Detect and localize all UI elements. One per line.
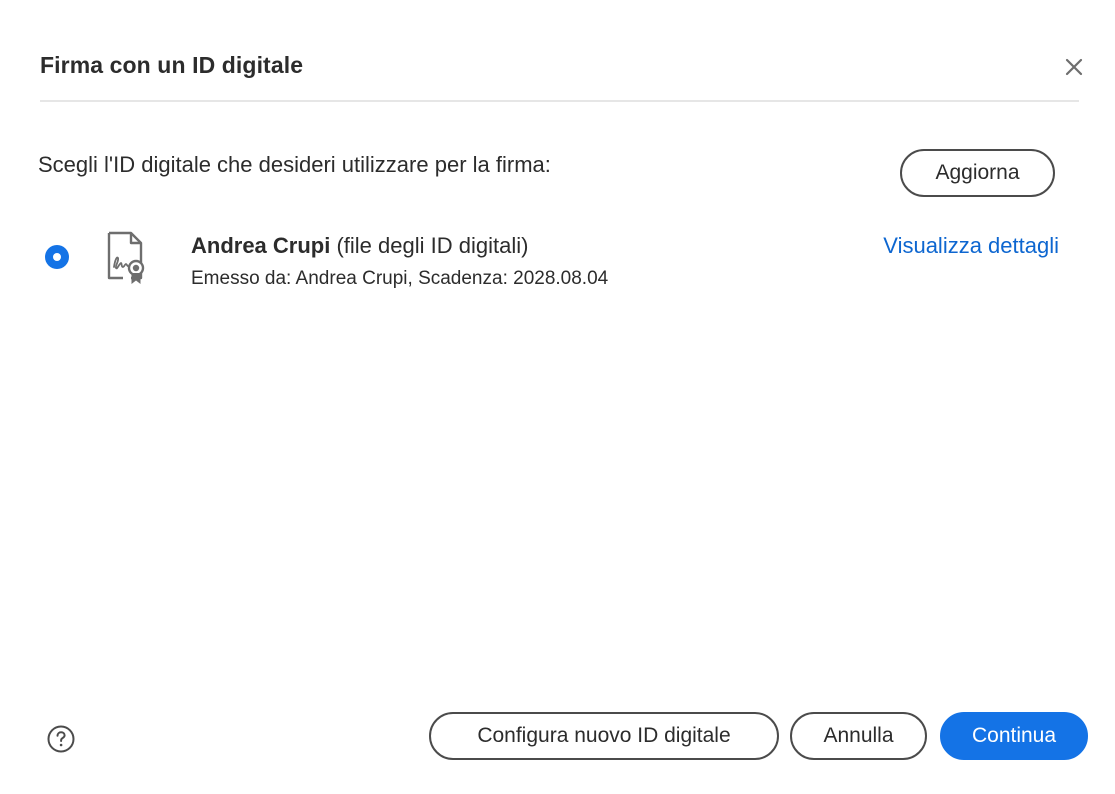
digital-id-radio[interactable] — [45, 245, 69, 269]
instruction-text: Scegli l'ID digitale che desideri utiliz… — [38, 152, 551, 177]
radio-selected-dot — [53, 253, 61, 261]
cancel-button[interactable]: Annulla — [790, 712, 927, 760]
digital-id-type: (file degli ID digitali) — [330, 233, 529, 258]
sign-with-digital-id-dialog: Firma con un ID digitale Scegli l'ID dig… — [0, 0, 1115, 794]
view-details-link[interactable]: Visualizza dettagli — [883, 233, 1059, 259]
configure-new-digital-id-button[interactable]: Configura nuovo ID digitale — [429, 712, 779, 760]
title-divider — [40, 100, 1079, 102]
close-icon[interactable] — [1059, 52, 1089, 82]
digital-id-title: Andrea Crupi (file degli ID digitali) — [191, 233, 528, 259]
refresh-button[interactable]: Aggiorna — [900, 149, 1055, 197]
certificate-icon — [107, 231, 145, 284]
dialog-title: Firma con un ID digitale — [40, 52, 304, 78]
continue-button[interactable]: Continua — [940, 712, 1088, 760]
digital-id-name: Andrea Crupi — [191, 233, 331, 258]
digital-id-issuer-expiry: Emesso da: Andrea Crupi, Scadenza: 2028.… — [191, 268, 609, 289]
help-icon[interactable] — [46, 724, 76, 754]
